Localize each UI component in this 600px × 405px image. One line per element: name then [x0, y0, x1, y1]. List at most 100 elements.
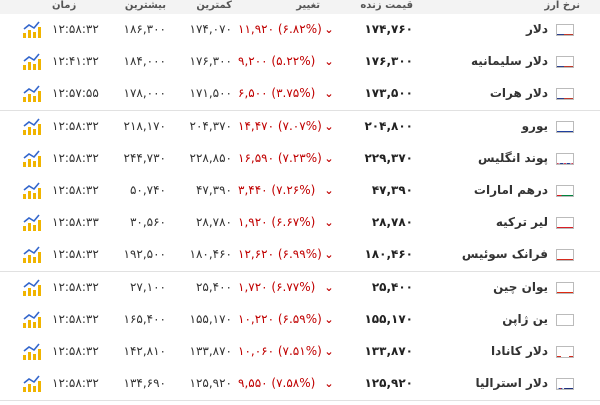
update-time: ۱۲:۵۸:۳۲	[52, 304, 114, 335]
chart-icon[interactable]	[22, 239, 46, 270]
chevron-down-icon: ⌄	[322, 239, 336, 270]
tr-flag-icon	[556, 207, 574, 238]
high-value: ۳۰,۵۶۰	[116, 207, 166, 238]
change-value: ۹,۲۰۰ (۵.۲۲%)	[238, 46, 320, 77]
table-row[interactable]: ۱۲:۵۸:۳۲۱۳۴,۶۹۰۱۲۵,۹۲۰۹,۵۵۰ (۷.۵۸%)⌄۱۲۵,…	[0, 368, 600, 401]
table-row[interactable]: ۱۲:۵۸:۳۲۱۹۲,۵۰۰۱۸۰,۴۶۰۱۲,۶۲۰ (۶.۹۹%)⌄۱۸۰…	[0, 239, 600, 272]
high-value: ۱۸۴,۰۰۰	[116, 46, 166, 77]
chart-icon[interactable]	[22, 336, 46, 367]
gb-flag-icon	[556, 143, 574, 174]
chevron-down-icon: ⌄	[322, 14, 336, 45]
chevron-down-icon: ⌄	[322, 175, 336, 206]
update-time: ۱۲:۵۸:۳۲	[52, 239, 114, 270]
chart-icon[interactable]	[22, 78, 46, 109]
table-row[interactable]: ۱۲:۵۸:۳۲۱۶۵,۴۰۰۱۵۵,۱۷۰۱۰,۲۲۰ (۶.۵۹%)⌄۱۵۵…	[0, 304, 600, 337]
table-row[interactable]: ۱۲:۵۸:۳۳۳۰,۵۶۰۲۸,۷۸۰۱,۹۲۰ (۶.۶۷%)⌄۲۸,۷۸۰…	[0, 207, 600, 240]
change-value: ۹,۵۵۰ (۷.۵۸%)	[238, 368, 320, 399]
table-row[interactable]: ۱۲:۵۸:۳۲۵۰,۷۴۰۴۷,۳۹۰۳,۴۴۰ (۷.۲۶%)⌄۴۷,۳۹۰…	[0, 175, 600, 208]
currency-name[interactable]: یورو	[420, 111, 548, 142]
chevron-down-icon: ⌄	[322, 78, 336, 109]
price-value: ۱۷۴,۷۶۰	[345, 14, 413, 45]
header-price: قیمت زنده	[345, 0, 413, 14]
table-header: زمان بیشترین کمترین تغییر قیمت زنده نرخ …	[0, 0, 600, 15]
chevron-down-icon: ⌄	[322, 272, 336, 303]
low-value: ۱۷۶,۳۰۰	[178, 46, 232, 77]
price-value: ۲۸,۷۸۰	[345, 207, 413, 238]
high-value: ۱۹۲,۵۰۰	[116, 239, 166, 270]
header-change: تغییر	[260, 0, 320, 14]
ca-flag-icon	[556, 336, 574, 367]
currency-name[interactable]: یوان چین	[420, 272, 548, 303]
change-value: ۱۱,۹۲۰ (۶.۸۲%)	[238, 14, 320, 45]
price-value: ۱۸۰,۴۶۰	[345, 239, 413, 270]
price-value: ۱۳۳,۸۷۰	[345, 336, 413, 367]
currency-name[interactable]: فرانک سوئیس	[420, 239, 548, 270]
header-low: کمترین	[178, 0, 232, 14]
update-time: ۱۲:۵۸:۳۳	[52, 207, 114, 238]
cn-flag-icon	[556, 272, 574, 303]
low-value: ۱۷۱,۵۰۰	[178, 78, 232, 109]
table-row[interactable]: ۱۲:۵۸:۳۲۲۴۴,۷۳۰۲۲۸,۸۵۰۱۶,۵۹۰ (۷.۲۳%)⌄۲۲۹…	[0, 143, 600, 176]
eu-flag-icon	[556, 111, 574, 142]
chart-icon[interactable]	[22, 143, 46, 174]
high-value: ۱۳۴,۶۹۰	[116, 368, 166, 399]
update-time: ۱۲:۵۸:۳۲	[52, 175, 114, 206]
chart-icon[interactable]	[22, 14, 46, 45]
chevron-down-icon: ⌄	[322, 46, 336, 77]
currency-name[interactable]: درهم امارات	[420, 175, 548, 206]
us-flag-icon	[556, 14, 574, 45]
header-time: زمان	[52, 0, 114, 14]
change-value: ۱۰,۰۶۰ (۷.۵۱%)	[238, 336, 320, 367]
price-value: ۴۷,۳۹۰	[345, 175, 413, 206]
update-time: ۱۲:۵۸:۳۲	[52, 111, 114, 142]
chevron-down-icon: ⌄	[322, 336, 336, 367]
chart-icon[interactable]	[22, 207, 46, 238]
table-row[interactable]: ۱۲:۵۸:۳۲۲۷,۱۰۰۲۵,۴۰۰۱,۷۲۰ (۶.۷۷%)⌄۲۵,۴۰۰…	[0, 272, 600, 305]
chart-icon[interactable]	[22, 304, 46, 335]
change-value: ۱,۷۲۰ (۶.۷۷%)	[238, 272, 320, 303]
high-value: ۱۴۲,۸۱۰	[116, 336, 166, 367]
low-value: ۴۷,۳۹۰	[178, 175, 232, 206]
table-row[interactable]: ۱۲:۵۸:۳۲۲۱۸,۱۷۰۲۰۴,۳۷۰۱۴,۴۷۰ (۷.۰۷%)⌄۲۰۴…	[0, 111, 600, 144]
low-value: ۲۰۴,۳۷۰	[178, 111, 232, 142]
low-value: ۱۵۵,۱۷۰	[178, 304, 232, 335]
table-row[interactable]: ۱۲:۵۷:۵۵۱۷۸,۰۰۰۱۷۱,۵۰۰۶,۵۰۰ (۳.۷۵%)⌄۱۷۳,…	[0, 78, 600, 111]
update-time: ۱۲:۴۱:۳۲	[52, 46, 114, 77]
currency-name[interactable]: دلار استرالیا	[420, 368, 548, 399]
price-value: ۲۰۴,۸۰۰	[345, 111, 413, 142]
low-value: ۲۸,۷۸۰	[178, 207, 232, 238]
update-time: ۱۲:۵۸:۳۲	[52, 14, 114, 45]
low-value: ۱۸۰,۴۶۰	[178, 239, 232, 270]
price-value: ۱۵۵,۱۷۰	[345, 304, 413, 335]
table-row[interactable]: ۱۲:۵۸:۳۲۱۸۶,۳۰۰۱۷۴,۰۷۰۱۱,۹۲۰ (۶.۸۲%)⌄۱۷۴…	[0, 14, 600, 47]
currency-name[interactable]: دلار هرات	[420, 78, 548, 109]
low-value: ۱۲۵,۹۲۰	[178, 368, 232, 399]
header-high: بیشترین	[116, 0, 166, 14]
chart-icon[interactable]	[22, 272, 46, 303]
high-value: ۲۴۴,۷۳۰	[116, 143, 166, 174]
low-value: ۲۲۸,۸۵۰	[178, 143, 232, 174]
chevron-down-icon: ⌄	[322, 207, 336, 238]
header-name: نرخ ارز	[500, 0, 580, 14]
update-time: ۱۲:۵۸:۳۲	[52, 272, 114, 303]
table-row[interactable]: ۱۲:۵۸:۳۲۱۴۲,۸۱۰۱۳۳,۸۷۰۱۰,۰۶۰ (۷.۵۱%)⌄۱۳۳…	[0, 336, 600, 369]
high-value: ۱۷۸,۰۰۰	[116, 78, 166, 109]
chart-icon[interactable]	[22, 111, 46, 142]
chart-icon[interactable]	[22, 368, 46, 399]
update-time: ۱۲:۵۷:۵۵	[52, 78, 114, 109]
currency-rates-table: زمان بیشترین کمترین تغییر قیمت زنده نرخ …	[0, 0, 600, 400]
chart-icon[interactable]	[22, 175, 46, 206]
currency-name[interactable]: پوند انگلیس	[420, 143, 548, 174]
currency-name[interactable]: ین ژاپن	[420, 304, 548, 335]
change-value: ۶,۵۰۰ (۳.۷۵%)	[238, 78, 320, 109]
table-row[interactable]: ۱۲:۴۱:۳۲۱۸۴,۰۰۰۱۷۶,۳۰۰۹,۲۰۰ (۵.۲۲%)⌄۱۷۶,…	[0, 46, 600, 79]
update-time: ۱۲:۵۸:۳۲	[52, 336, 114, 367]
currency-name[interactable]: دلار سلیمانیه	[420, 46, 548, 77]
update-time: ۱۲:۵۸:۳۲	[52, 368, 114, 399]
currency-name[interactable]: دلار کانادا	[420, 336, 548, 367]
currency-name[interactable]: لیر ترکیه	[420, 207, 548, 238]
low-value: ۲۵,۴۰۰	[178, 272, 232, 303]
chevron-down-icon: ⌄	[322, 111, 336, 142]
currency-name[interactable]: دلار	[420, 14, 548, 45]
chart-icon[interactable]	[22, 46, 46, 77]
